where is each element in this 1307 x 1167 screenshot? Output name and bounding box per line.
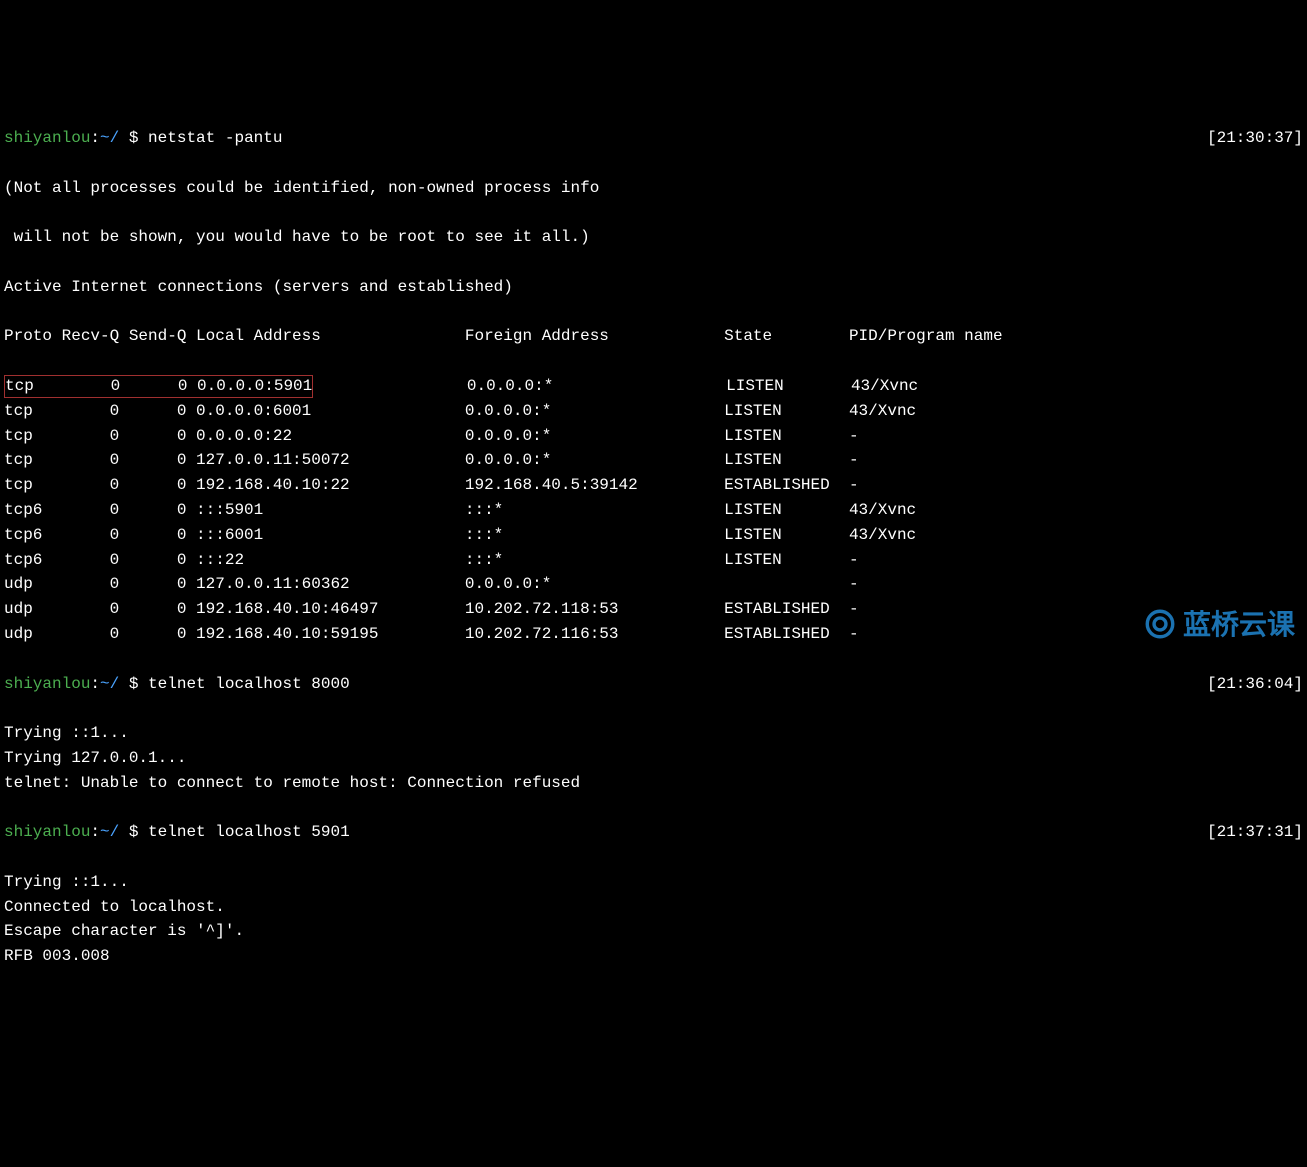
output-line: Escape character is '^]'. (4, 919, 1303, 944)
prompt-dollar: $ (119, 823, 148, 841)
terminal-output: shiyanlou:~/ $ netstat -pantu[21:30:37] … (4, 101, 1303, 994)
table-row: tcp 0 0 127.0.0.11:50072 0.0.0.0:* LISTE… (4, 448, 1303, 473)
prompt-sep: : (90, 823, 100, 841)
prompt-user: shiyanlou (4, 675, 90, 693)
lanqiao-logo-icon (1143, 607, 1177, 641)
table-row: udp 0 0 127.0.0.11:60362 0.0.0.0:* - (4, 572, 1303, 597)
prompt-user: shiyanlou (4, 129, 90, 147)
output-line: Trying ::1... (4, 870, 1303, 895)
table-row: tcp6 0 0 :::22 :::* LISTEN - (4, 548, 1303, 573)
watermark: 蓝桥云课 (1143, 603, 1295, 646)
table-row: tcp 0 0 0.0.0.0:5901 0.0.0.0:* LISTEN 43… (4, 374, 1303, 399)
telnet-output-1: Trying ::1...Trying 127.0.0.1...telnet: … (4, 721, 1303, 795)
watermark-text: 蓝桥云课 (1183, 603, 1295, 646)
warning-text-2: will not be shown, you would have to be … (4, 225, 1303, 250)
prompt-path: ~/ (100, 129, 119, 147)
output-line: telnet: Unable to connect to remote host… (4, 771, 1303, 796)
timestamp: [21:37:31] (1207, 820, 1303, 845)
output-line: Trying 127.0.0.1... (4, 746, 1303, 771)
netstat-rows: tcp 0 0 0.0.0.0:5901 0.0.0.0:* LISTEN 43… (4, 374, 1303, 647)
prompt-dollar: $ (119, 675, 148, 693)
command-input[interactable]: telnet localhost 5901 (148, 823, 350, 841)
table-row: tcp6 0 0 :::5901 :::* LISTEN 43/Xvnc (4, 498, 1303, 523)
netstat-header: Proto Recv-Q Send-Q Local Address Foreig… (4, 324, 1303, 349)
prompt-sep: : (90, 129, 100, 147)
timestamp: [21:36:04] (1207, 672, 1303, 697)
table-row: udp 0 0 192.168.40.10:46497 10.202.72.11… (4, 597, 1303, 622)
prompt-line-2[interactable]: shiyanlou:~/ $ telnet localhost 8000 [21:… (4, 672, 1303, 697)
output-line: RFB 003.008 (4, 944, 1303, 969)
warning-text-1: (Not all processes could be identified, … (4, 176, 1303, 201)
prompt-sep: : (90, 675, 100, 693)
telnet-output-2: Trying ::1...Connected to localhost.Esca… (4, 870, 1303, 969)
active-connections-label: Active Internet connections (servers and… (4, 275, 1303, 300)
prompt-line-1[interactable]: shiyanlou:~/ $ netstat -pantu [21:30:37] (4, 126, 1303, 151)
prompt-path: ~/ (100, 823, 119, 841)
output-line: Connected to localhost. (4, 895, 1303, 920)
output-line: Trying ::1... (4, 721, 1303, 746)
command-input[interactable]: netstat -pantu (148, 129, 282, 147)
table-row: tcp 0 0 0.0.0.0:22 0.0.0.0:* LISTEN - (4, 424, 1303, 449)
table-row: tcp6 0 0 :::6001 :::* LISTEN 43/Xvnc (4, 523, 1303, 548)
table-row: tcp 0 0 0.0.0.0:6001 0.0.0.0:* LISTEN 43… (4, 399, 1303, 424)
table-row: udp 0 0 192.168.40.10:59195 10.202.72.11… (4, 622, 1303, 647)
prompt-line-3[interactable]: shiyanlou:~/ $ telnet localhost 5901 [21:… (4, 820, 1303, 845)
prompt-dollar: $ (119, 129, 148, 147)
timestamp: [21:30:37] (1207, 126, 1303, 151)
prompt-path: ~/ (100, 675, 119, 693)
table-row: tcp 0 0 192.168.40.10:22 192.168.40.5:39… (4, 473, 1303, 498)
prompt-user: shiyanlou (4, 823, 90, 841)
command-input[interactable]: telnet localhost 8000 (148, 675, 350, 693)
